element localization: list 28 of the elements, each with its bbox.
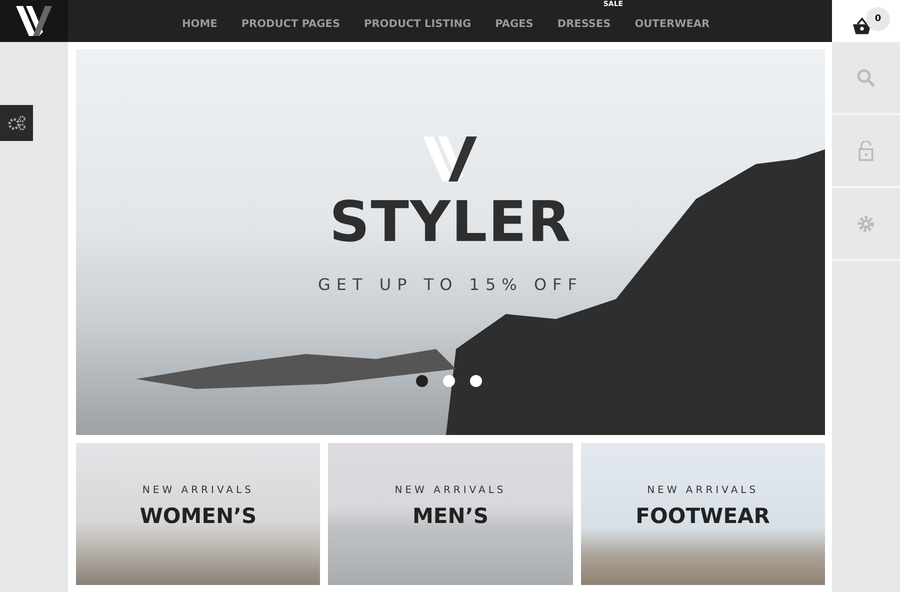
card-eyebrow: NEW ARRIVALS bbox=[394, 485, 506, 496]
gear-icon bbox=[856, 214, 876, 234]
logo-icon bbox=[14, 4, 54, 38]
nav-link[interactable]: PRODUCT LISTING bbox=[364, 18, 472, 30]
slider-dot[interactable] bbox=[416, 375, 428, 387]
category-banner[interactable]: NEW ARRIVALS MEN’S bbox=[328, 443, 573, 585]
hero-title: STYLER bbox=[329, 195, 572, 251]
settings-tab[interactable] bbox=[0, 105, 33, 141]
slider-dot[interactable] bbox=[443, 375, 455, 387]
cart-count: 0 bbox=[866, 7, 890, 31]
card-title: FOOTWEAR bbox=[636, 504, 770, 528]
gears-icon bbox=[6, 115, 26, 131]
card-eyebrow: NEW ARRIVALS bbox=[647, 485, 759, 496]
nav-link[interactable]: HOME bbox=[182, 18, 218, 30]
search-icon bbox=[856, 68, 876, 88]
padlock-icon bbox=[856, 140, 876, 160]
hero-subtitle: GET UP TO 15% OFF bbox=[318, 275, 583, 294]
category-banner[interactable]: NEW ARRIVALS FOOTWEAR bbox=[580, 443, 825, 585]
logo-tile[interactable] bbox=[0, 0, 68, 42]
card-title: WOMEN’S bbox=[140, 504, 257, 528]
nav-link[interactable]: PAGES bbox=[495, 18, 534, 30]
nav-link[interactable]: DRESSES bbox=[557, 18, 611, 30]
nav-link[interactable]: OUTERWEAR bbox=[634, 18, 710, 30]
category-banner[interactable]: NEW ARRIVALS WOMEN’S bbox=[76, 443, 320, 585]
card-eyebrow: NEW ARRIVALS bbox=[142, 485, 254, 496]
card-title: MEN’S bbox=[412, 504, 488, 528]
nav-link[interactable]: PRODUCT PAGES bbox=[241, 18, 340, 30]
basket-icon[interactable] bbox=[851, 17, 873, 35]
